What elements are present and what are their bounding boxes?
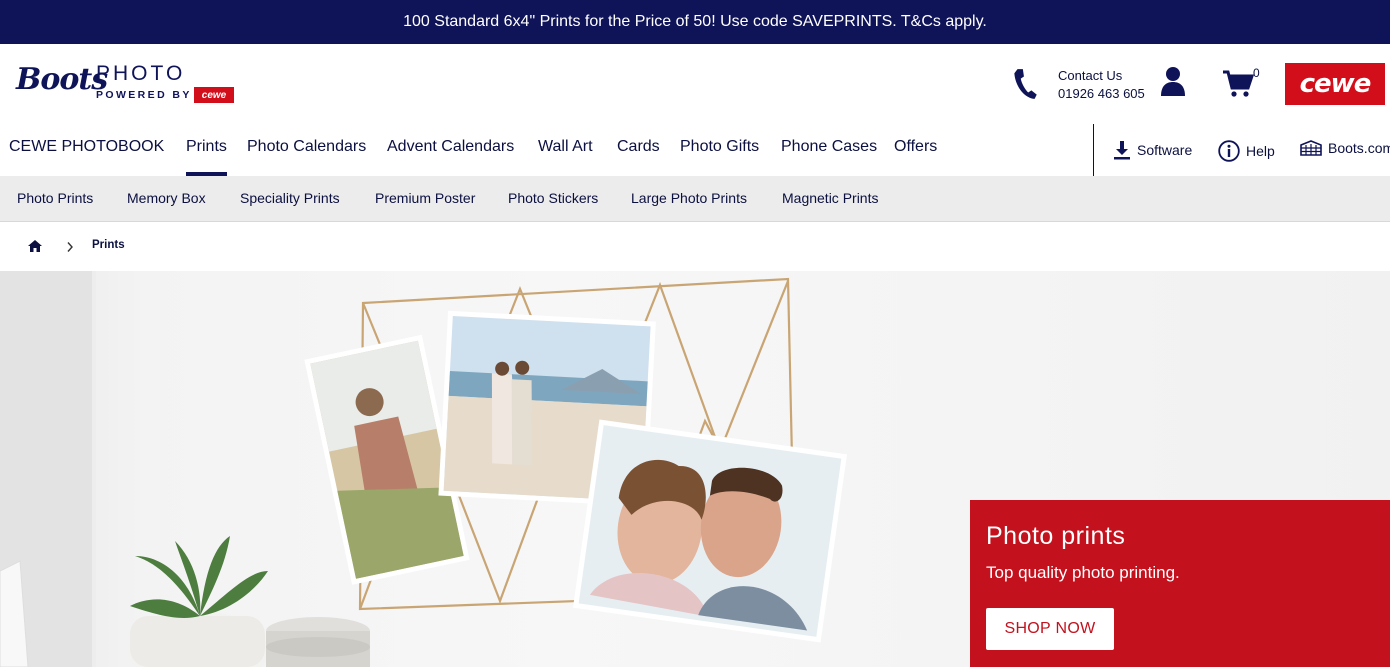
- nav-item-phone-cases[interactable]: Phone Cases: [781, 138, 877, 156]
- phone-icon: [1014, 69, 1037, 99]
- hero-title: Photo prints: [986, 522, 1126, 550]
- nav-boots-com-link[interactable]: Boots.com: [1300, 140, 1390, 156]
- nav-software-link[interactable]: Software: [1113, 140, 1192, 160]
- logo-powered-by: POWERED BY: [96, 89, 192, 101]
- nav-item-offers[interactable]: Offers: [894, 138, 937, 156]
- nav-item-cewe-photobook[interactable]: CEWE PHOTOBOOK: [9, 138, 164, 156]
- logo-brand: Boots: [16, 62, 108, 97]
- promo-banner[interactable]: 100 Standard 6x4" Prints for the Price o…: [0, 0, 1390, 44]
- hero-promo-panel: Photo prints Top quality photo printing.…: [970, 500, 1390, 667]
- subnav-item-speciality-prints[interactable]: Speciality Prints: [240, 190, 340, 206]
- nav-help-link[interactable]: Help: [1218, 140, 1275, 162]
- cewe-logo-text: cewe: [1299, 69, 1372, 99]
- nav-item-photo-calendars[interactable]: Photo Calendars: [247, 138, 366, 156]
- logo-partner-badge: cewe: [194, 87, 234, 103]
- hero-banner: Photo prints Top quality photo printing.…: [0, 271, 1390, 667]
- nav-item-advent-calendars[interactable]: Advent Calendars: [387, 138, 514, 156]
- download-icon: [1114, 141, 1130, 160]
- contact-us[interactable]: Contact Us 01926 463 605: [1012, 64, 1152, 104]
- site-header: Boots PHOTO POWERED BY cewe Contact Us 0…: [0, 44, 1390, 124]
- contact-label: Contact Us: [1058, 68, 1123, 83]
- subnav-item-premium-poster[interactable]: Premium Poster: [375, 190, 475, 206]
- promo-banner-text: 100 Standard 6x4" Prints for the Price o…: [403, 13, 987, 30]
- subnav-item-photo-prints[interactable]: Photo Prints: [17, 190, 93, 206]
- cart-count: 0: [1253, 66, 1260, 80]
- nav-item-cards[interactable]: Cards: [617, 138, 660, 156]
- account-icon[interactable]: [1160, 66, 1186, 98]
- info-icon: [1218, 140, 1240, 162]
- subnav-item-photo-stickers[interactable]: Photo Stickers: [508, 190, 598, 206]
- nav-item-photo-gifts[interactable]: Photo Gifts: [680, 138, 759, 156]
- nav-help-label: Help: [1246, 143, 1275, 159]
- chevron-right-icon: [67, 242, 73, 252]
- nav-divider: [1093, 124, 1094, 176]
- boots-photo-logo[interactable]: Boots PHOTO POWERED BY cewe: [16, 62, 236, 106]
- breadcrumb-current: Prints: [92, 239, 125, 251]
- hero-subtitle: Top quality photo printing.: [986, 563, 1180, 582]
- subnav-item-large-photo-prints[interactable]: Large Photo Prints: [631, 190, 747, 206]
- main-navigation: CEWE PHOTOBOOK Prints Photo Calendars Ad…: [0, 124, 1390, 176]
- sub-navigation: Photo Prints Memory Box Speciality Print…: [0, 176, 1390, 222]
- shop-now-button[interactable]: SHOP NOW: [986, 608, 1114, 650]
- home-icon[interactable]: [28, 240, 42, 252]
- nav-boots-com-label: Boots.com: [1328, 140, 1390, 156]
- nav-item-wall-art[interactable]: Wall Art: [538, 138, 593, 156]
- cewe-logo[interactable]: cewe: [1285, 63, 1385, 105]
- shop-now-label: SHOP NOW: [1004, 620, 1096, 637]
- nav-software-label: Software: [1137, 142, 1193, 158]
- nav-item-prints[interactable]: Prints: [186, 138, 227, 176]
- breadcrumb: Prints: [0, 222, 1390, 270]
- subnav-item-magnetic-prints[interactable]: Magnetic Prints: [782, 190, 878, 206]
- cart-icon[interactable]: [1222, 68, 1254, 98]
- contact-phone: 01926 463 605: [1058, 86, 1145, 101]
- subnav-item-memory-box[interactable]: Memory Box: [127, 190, 206, 206]
- logo-product: PHOTO: [96, 62, 186, 85]
- store-icon: [1300, 140, 1322, 156]
